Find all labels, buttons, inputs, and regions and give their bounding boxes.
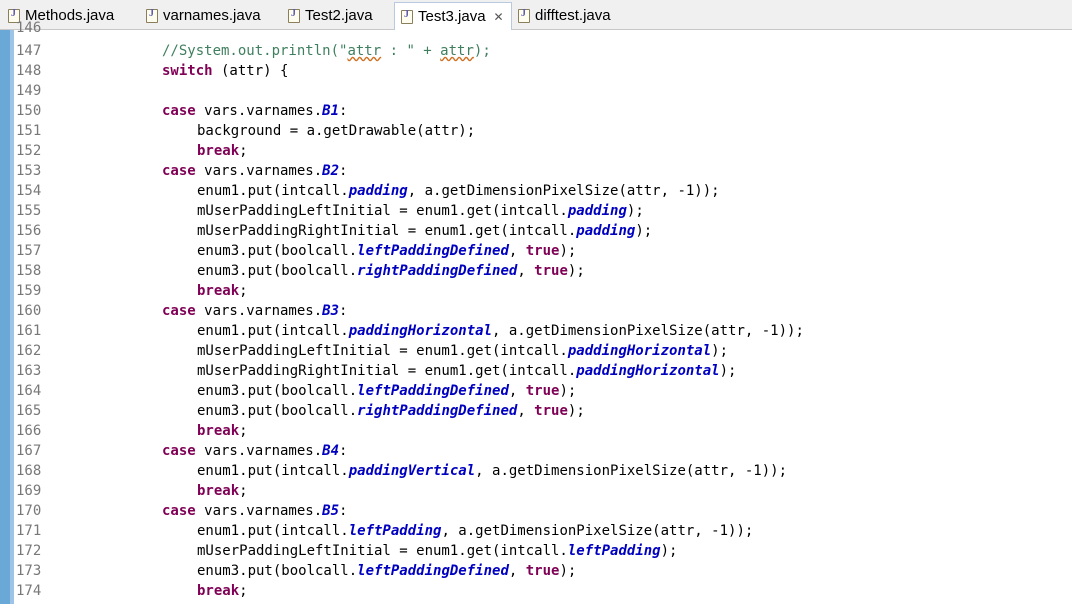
line-number: 154 [16, 183, 42, 199]
code-line: mUserPaddingLeftInitial = enum1.get(intc… [197, 203, 644, 219]
code-line: enum3.put(boolcall.leftPaddingDefined, t… [197, 563, 577, 579]
java-file-icon [518, 8, 530, 23]
code-line: case vars.varnames.B1: [162, 103, 348, 119]
line-number: 150 [16, 103, 42, 119]
code-line: mUserPaddingRightInitial = enum1.get(int… [197, 223, 653, 239]
code-line: mUserPaddingRightInitial = enum1.get(int… [197, 363, 737, 379]
line-number: 173 [16, 563, 42, 579]
code-line: break; [197, 423, 248, 439]
code-line: //System.out.println("attr : " + attr); [162, 43, 491, 59]
line-number: 163 [16, 363, 42, 379]
line-number: 169 [16, 483, 42, 499]
line-number: 149 [16, 83, 42, 99]
code-line: break; [197, 143, 248, 159]
tab-label: Test2.java [305, 7, 373, 24]
code-line: break; [197, 283, 248, 299]
code-line: enum1.put(intcall.paddingHorizontal, a.g… [197, 323, 804, 339]
tab-difftest-java[interactable]: difftest.java [512, 2, 611, 29]
change-ruler [0, 30, 14, 604]
line-number: 161 [16, 323, 42, 339]
line-number: 165 [16, 403, 42, 419]
line-number: 171 [16, 523, 42, 539]
code-line: mUserPaddingLeftInitial = enum1.get(intc… [197, 543, 678, 559]
editor-tab-bar: Methods.java varnames.java Test2.java Te… [0, 0, 1072, 30]
code-line: enum3.put(boolcall.leftPaddingDefined, t… [197, 243, 577, 259]
code-line: enum1.put(intcall.paddingVertical, a.get… [197, 463, 788, 479]
line-number: 160 [16, 303, 42, 319]
line-number: 153 [16, 163, 42, 179]
line-number: 168 [16, 463, 42, 479]
line-number: 170 [16, 503, 42, 519]
line-number: 164 [16, 383, 42, 399]
tab-test3-java[interactable]: Test3.java ✕ [394, 2, 512, 30]
code-line: case vars.varnames.B3: [162, 303, 348, 319]
line-number: 146 [16, 20, 42, 36]
java-file-icon [401, 9, 413, 24]
tab-label: difftest.java [535, 7, 611, 24]
code-line: enum3.put(boolcall.rightPaddingDefined, … [197, 403, 585, 419]
code-line: case vars.varnames.B4: [162, 443, 348, 459]
tab-label: varnames.java [163, 7, 261, 24]
code-line: case vars.varnames.B5: [162, 503, 348, 519]
close-tab-icon[interactable]: ✕ [494, 10, 504, 24]
code-line: enum3.put(boolcall.rightPaddingDefined, … [197, 263, 585, 279]
line-number: 157 [16, 243, 42, 259]
java-file-icon [288, 8, 300, 23]
line-number: 172 [16, 543, 42, 559]
code-line: enum1.put(intcall.padding, a.getDimensio… [197, 183, 720, 199]
tab-test2-java[interactable]: Test2.java [282, 2, 373, 29]
line-number: 174 [16, 583, 42, 599]
line-number: 155 [16, 203, 42, 219]
code-line: case vars.varnames.B2: [162, 163, 348, 179]
line-number: 162 [16, 343, 42, 359]
code-line: break; [197, 483, 248, 499]
line-number: 166 [16, 423, 42, 439]
code-line: background = a.getDrawable(attr); [197, 123, 476, 139]
line-number: 159 [16, 283, 42, 299]
line-number: 152 [16, 143, 42, 159]
code-editor[interactable]: 146 147 148 149 150 151 152 153 154 155 … [0, 20, 1072, 604]
tab-varnames-java[interactable]: varnames.java [140, 2, 261, 29]
code-line: mUserPaddingLeftInitial = enum1.get(intc… [197, 343, 729, 359]
code-line: break; [197, 583, 248, 599]
line-number: 158 [16, 263, 42, 279]
code-line: switch (attr) { [162, 63, 289, 79]
line-number: 151 [16, 123, 42, 139]
code-line: enum1.put(intcall.leftPadding, a.getDime… [197, 523, 754, 539]
tab-label: Test3.java [418, 8, 486, 25]
line-number: 148 [16, 63, 42, 79]
code-line: enum3.put(boolcall.leftPaddingDefined, t… [197, 383, 577, 399]
line-number: 167 [16, 443, 42, 459]
line-number: 147 [16, 43, 42, 59]
line-number: 156 [16, 223, 42, 239]
java-file-icon [146, 8, 158, 23]
